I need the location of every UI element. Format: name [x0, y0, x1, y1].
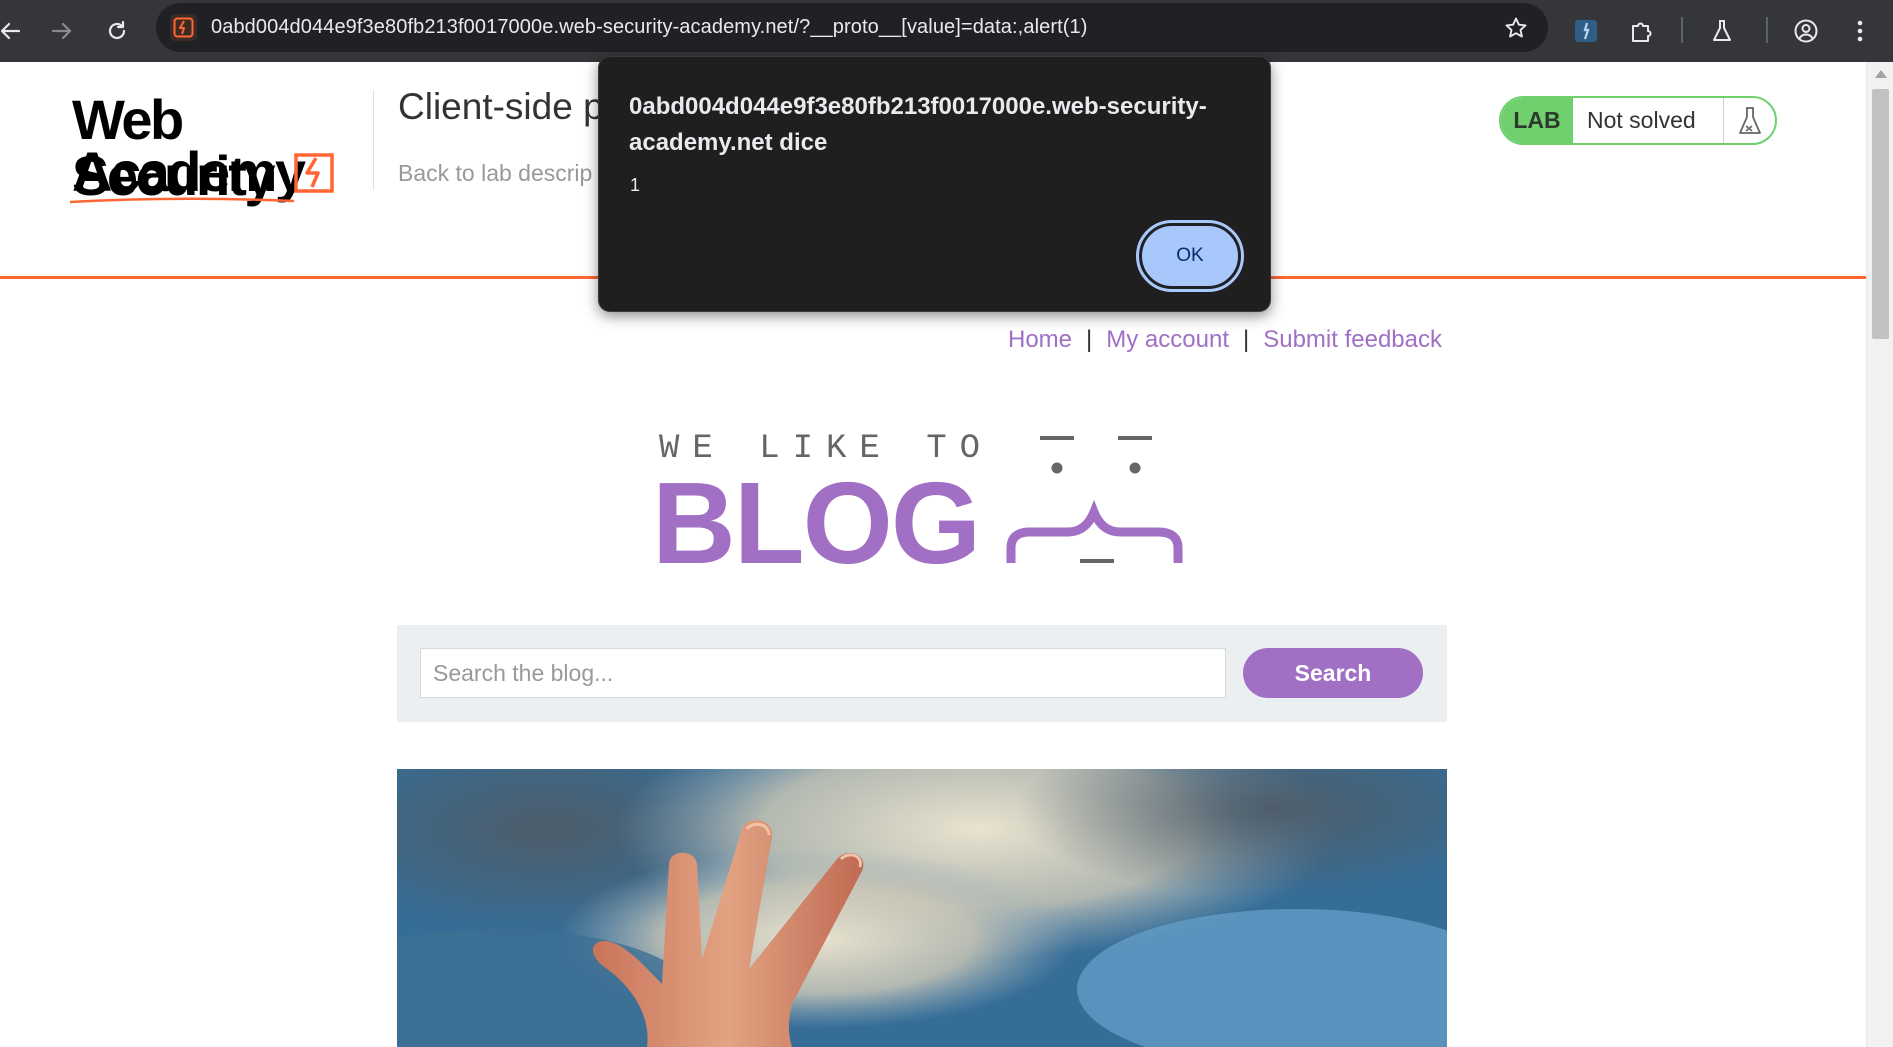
scroll-up-arrow-icon[interactable] [1875, 70, 1887, 78]
reload-icon[interactable] [97, 11, 137, 51]
dialog-message: 1 [630, 175, 641, 195]
bookmark-star-icon[interactable] [1502, 14, 1530, 42]
nav-submit-feedback-link[interactable]: Submit feedback [1263, 326, 1442, 353]
logo-text-line2: Academy [72, 140, 306, 203]
blog-navigation: Home | My account | Submit feedback [1008, 326, 1442, 354]
web-security-academy-logo[interactable]: Web Security Academy [70, 92, 370, 204]
blog-search-input[interactable] [420, 648, 1226, 698]
lab-tag: LAB [1501, 98, 1573, 143]
lab-title: Client-side p [398, 86, 604, 127]
scroll-thumb[interactable] [1872, 89, 1889, 339]
academy-bolt-icon [294, 153, 334, 193]
browser-window: 0abd004d044e9f3e80fb213f0017000e.web-sec… [0, 0, 1893, 1047]
labs-flask-icon[interactable] [1702, 11, 1742, 51]
more-menu-icon[interactable] [1840, 11, 1880, 51]
logo-underline-swoosh [70, 197, 295, 204]
profile-icon[interactable] [1786, 11, 1826, 51]
blog-logo-word: BLOG [652, 458, 981, 588]
blog-search-panel: Search [397, 625, 1447, 722]
lab-status-badge: LAB Not solved [1499, 96, 1777, 145]
page-scrollbar[interactable] [1866, 62, 1893, 1047]
javascript-alert-dialog: 0abd004d044e9f3e80fb213f0017000e.web-sec… [598, 56, 1271, 312]
browser-toolbar: 0abd004d044e9f3e80fb213f0017000e.web-sec… [0, 0, 1893, 62]
nav-separator: | [1086, 326, 1093, 353]
search-button[interactable]: Search [1243, 648, 1423, 698]
blog-face-logo-icon [1006, 436, 1183, 563]
lab-status-text: Not solved [1587, 107, 1696, 133]
forward-icon[interactable] [42, 11, 82, 51]
lab-badge-divider [1723, 98, 1724, 143]
blog-post-image[interactable] [397, 769, 1447, 1047]
toolbar-separator [1681, 17, 1683, 43]
nav-home-link[interactable]: Home [1008, 326, 1072, 353]
back-to-lab-description-link[interactable]: Back to lab descrip [398, 160, 592, 187]
sky-hand-illustration [397, 769, 1447, 1047]
extensions-puzzle-icon[interactable] [1622, 11, 1662, 51]
nav-my-account-link[interactable]: My account [1106, 326, 1229, 353]
dialog-title: 0abd004d044e9f3e80fb213f0017000e.web-sec… [629, 93, 1207, 156]
nav-separator: | [1242, 326, 1250, 353]
address-bar[interactable]: 0abd004d044e9f3e80fb213f0017000e.web-sec… [156, 3, 1548, 52]
header-divider [373, 90, 374, 190]
site-favicon-icon [170, 14, 197, 41]
toolbar-separator [1766, 17, 1768, 43]
dialog-ok-button[interactable]: OK [1136, 220, 1244, 292]
back-icon[interactable] [0, 11, 30, 51]
extension-runner-icon[interactable] [1566, 11, 1606, 51]
url-text[interactable]: 0abd004d044e9f3e80fb213f0017000e.web-sec… [211, 16, 1088, 39]
lab-flask-icon [1739, 107, 1761, 134]
